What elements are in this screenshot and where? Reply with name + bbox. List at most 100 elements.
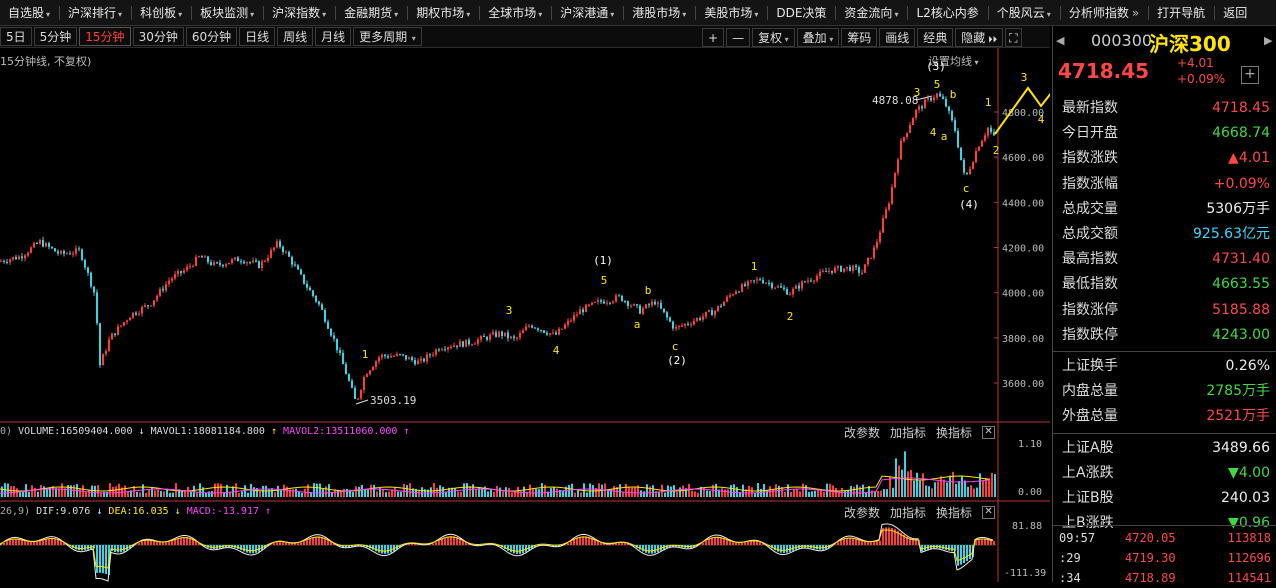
menu-item-2[interactable]: 科创板▾ xyxy=(132,0,191,26)
quote-row: 上证B股240.03 xyxy=(1058,486,1272,510)
candle-body xyxy=(240,261,242,262)
quote-row: 指数涨跌▲4.01 xyxy=(1058,146,1272,170)
candle-body xyxy=(441,349,443,350)
period-tab-6[interactable]: 周线 xyxy=(277,27,313,46)
period-tab-4[interactable]: 60分钟 xyxy=(186,27,237,46)
candle-body xyxy=(711,310,713,315)
candle-body xyxy=(507,333,509,339)
classic-button[interactable]: 经典 xyxy=(917,28,953,47)
add-indicator-button[interactable]: 加指标 xyxy=(890,504,926,521)
macd-legend: 26,9) DIF:9.076 ↓ DEA:16.035 ↓ MACD:-13.… xyxy=(0,506,271,517)
volume-bar xyxy=(811,491,813,497)
candle-body xyxy=(333,336,335,339)
volume-bar xyxy=(235,483,237,497)
candle-body xyxy=(183,270,185,273)
prev-stock-icon[interactable]: ◀ xyxy=(1056,34,1064,47)
menu-item-9[interactable]: 港股市场▾ xyxy=(624,0,695,26)
kline-chart[interactable]: 4800.004600.004400.004200.004000.003800.… xyxy=(0,48,1050,582)
volume-bar xyxy=(373,485,375,497)
candle-body xyxy=(630,306,632,307)
dropdown-arrow-icon: ▾ xyxy=(610,10,614,19)
close-panel-icon[interactable]: ✕ xyxy=(982,426,995,439)
menu-item-6[interactable]: 期权市场▾ xyxy=(408,0,479,26)
period-tab-5[interactable]: 日线 xyxy=(239,27,275,46)
menu-item-17[interactable]: 返回 xyxy=(1215,0,1256,26)
add-indicator-button[interactable]: 加指标 xyxy=(890,424,926,441)
menu-item-16[interactable]: 打开导航 xyxy=(1149,0,1214,26)
candle-body xyxy=(618,295,620,296)
next-stock-icon[interactable]: ▶ xyxy=(1264,34,1272,47)
menu-item-4[interactable]: 沪深指数▾ xyxy=(264,0,335,26)
candle-body xyxy=(564,325,566,329)
switch-indicator-button[interactable]: 换指标 xyxy=(936,424,972,441)
period-tab-1[interactable]: 5分钟 xyxy=(34,27,78,46)
menu-item-15[interactable]: 分析师指数» xyxy=(1061,0,1148,26)
volume-bar xyxy=(940,476,942,497)
hide-button[interactable]: 隐藏 ⏵⏵ xyxy=(955,28,1003,47)
candle-body xyxy=(663,309,665,313)
candle-body xyxy=(780,286,782,287)
overlay-button[interactable]: 叠加 ▾ xyxy=(797,28,840,47)
volume-bar xyxy=(724,490,726,497)
macd-bar xyxy=(174,540,176,545)
chip-button[interactable]: 筹码 xyxy=(841,28,877,47)
macd-bar xyxy=(780,545,782,553)
period-tab-2[interactable]: 15分钟 xyxy=(79,27,130,46)
switch-indicator-button[interactable]: 换指标 xyxy=(936,504,972,521)
y-tick-label: 4200.00 xyxy=(1002,244,1044,255)
menu-item-5[interactable]: 金融期货▾ xyxy=(336,0,407,26)
candle-body xyxy=(42,240,44,247)
chart-tools: + — 复权 ▾ 叠加 ▾ 筹码 画线 经典 隐藏 ⏵⏵ ⛶ xyxy=(700,28,1022,47)
candle-body xyxy=(852,266,854,271)
candle-body xyxy=(642,308,644,313)
menu-item-12[interactable]: 资金流向▾ xyxy=(836,0,907,26)
menu-item-7[interactable]: 全球市场▾ xyxy=(480,0,551,26)
candle-body xyxy=(819,272,821,276)
candle-body xyxy=(189,266,191,267)
volume-bar xyxy=(979,473,981,497)
close-panel-icon[interactable]: ✕ xyxy=(982,506,995,519)
candle-body xyxy=(126,320,128,322)
menu-item-14[interactable]: 个股风云▾ xyxy=(989,0,1060,26)
candle-body xyxy=(444,349,446,350)
menu-item-13[interactable]: L2核心内参 xyxy=(908,0,987,26)
candle-body xyxy=(351,381,353,388)
macd-value: MACD:-13.917 xyxy=(187,506,259,517)
candle-body xyxy=(141,307,143,314)
period-tab-3[interactable]: 30分钟 xyxy=(133,27,184,46)
candle-body xyxy=(723,302,725,306)
fullscreen-icon[interactable]: ⛶ xyxy=(1005,28,1021,47)
change-params-button[interactable]: 改参数 xyxy=(844,424,880,441)
volume-bar xyxy=(967,487,969,497)
volume-bar xyxy=(208,492,210,497)
menu-item-1[interactable]: 沪深排行▾ xyxy=(60,0,131,26)
dropdown-arrow-icon: ▾ xyxy=(466,10,470,19)
divider xyxy=(1053,351,1276,352)
period-tab-7[interactable]: 月线 xyxy=(315,27,351,46)
macd-bar xyxy=(708,539,710,545)
candle-body xyxy=(87,267,89,272)
period-tab-0[interactable]: 5日 xyxy=(0,27,32,46)
candle-body xyxy=(789,294,791,295)
macd-bar xyxy=(246,545,248,553)
candle-body xyxy=(324,310,326,322)
draw-line-button[interactable]: 画线 xyxy=(879,28,915,47)
fuquan-button[interactable]: 复权 ▾ xyxy=(752,28,795,47)
low-price-label: 3503.19 xyxy=(370,394,416,407)
zoom-out-button[interactable]: — xyxy=(726,28,750,47)
menu-item-8[interactable]: 沪深港通▾ xyxy=(552,0,623,26)
period-tab-8[interactable]: 更多周期 ▾ xyxy=(353,27,422,46)
menu-item-11[interactable]: DDE决策 xyxy=(768,0,835,26)
change-params-button[interactable]: 改参数 xyxy=(844,504,880,521)
volume-bar xyxy=(976,488,978,497)
add-watchlist-icon[interactable]: + xyxy=(1241,66,1259,84)
wave-label: 1 xyxy=(985,96,992,109)
macd-bar xyxy=(177,539,179,545)
menu-item-10[interactable]: 美股市场▾ xyxy=(696,0,767,26)
volume-bar xyxy=(949,476,951,497)
menu-item-3[interactable]: 板块监测▾ xyxy=(192,0,263,26)
candle-body xyxy=(264,261,266,262)
candle-body xyxy=(300,270,302,275)
zoom-in-button[interactable]: + xyxy=(702,28,724,47)
menu-item-0[interactable]: 自选股▾ xyxy=(0,0,59,26)
